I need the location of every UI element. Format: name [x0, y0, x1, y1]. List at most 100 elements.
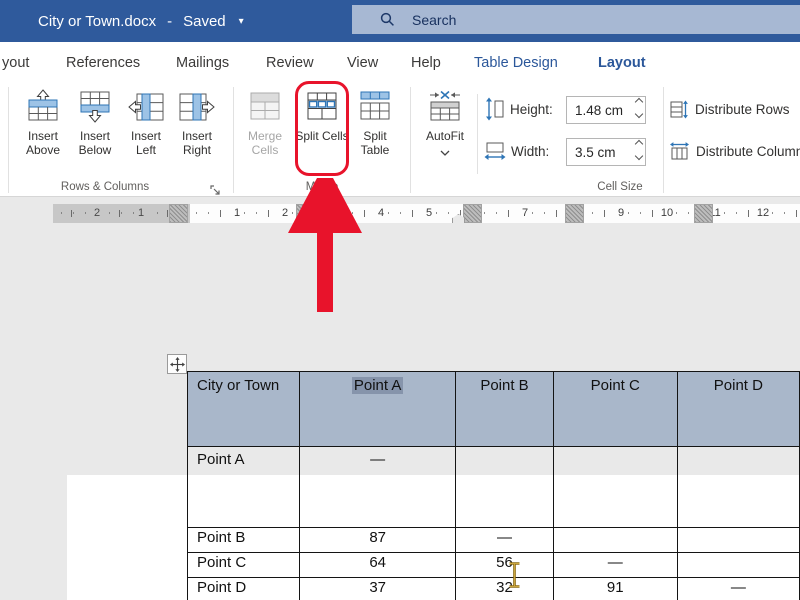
table-cell[interactable]: Point C [188, 553, 300, 578]
table-header-row[interactable]: City or Town Point A Point B Point C Poi… [188, 372, 800, 447]
table-cell[interactable]: — [456, 528, 553, 553]
distribute-columns-label: Distribute Columns [696, 144, 800, 159]
table-cell[interactable] [677, 553, 799, 578]
ruler-number: 1 [134, 206, 148, 221]
ruler-number: 12 [756, 206, 770, 221]
width-input[interactable]: 3.5 cm [566, 138, 646, 166]
table-cell[interactable]: 37 [300, 578, 456, 600]
tab-table-design[interactable]: Table Design [474, 42, 558, 84]
table-cell[interactable]: 91 [553, 578, 677, 600]
table-cell[interactable]: Point D [677, 372, 799, 447]
autofit-button[interactable]: AutoFit [418, 89, 472, 159]
save-status-caret-icon[interactable]: ▾ [239, 16, 244, 27]
search-icon [380, 12, 395, 27]
table-column-marker[interactable] [565, 204, 584, 223]
table-cell[interactable]: 87 [300, 528, 456, 553]
split-cells-button[interactable]: Split Cells [295, 89, 349, 143]
table-cell[interactable]: Point B [456, 372, 553, 447]
table-cell[interactable]: Point A [188, 447, 300, 528]
tab-help[interactable]: Help [411, 42, 441, 84]
table-cell[interactable]: 56 [456, 553, 553, 578]
tab-review[interactable]: Review [266, 42, 314, 84]
split-table-icon [357, 89, 393, 123]
chevron-down-icon [440, 150, 450, 156]
width-increment-icon[interactable] [635, 140, 643, 148]
table-row[interactable]: Point B 87 — [188, 528, 800, 553]
table-cell[interactable]: Point A [300, 372, 456, 447]
height-input[interactable]: 1.48 cm [566, 96, 646, 124]
height-row: Height: [484, 97, 553, 121]
table-cell[interactable] [677, 528, 799, 553]
ruler-number: 4 [374, 206, 388, 221]
table-column-marker[interactable] [169, 204, 188, 223]
table-row[interactable]: Point A — [188, 447, 800, 528]
row-height-icon [484, 97, 505, 121]
distribute-columns-button[interactable]: Distribute Columns [670, 142, 800, 160]
insert-left-button[interactable]: Insert Left [121, 89, 171, 157]
table-cell[interactable] [553, 447, 677, 528]
table-column-marker[interactable] [694, 204, 713, 223]
dialog-launcher-icon [210, 185, 221, 196]
word-window: City or Town.docx - Saved ▾ Search yout … [0, 0, 800, 600]
title-bar: City or Town.docx - Saved ▾ Search [0, 0, 800, 42]
tab-references[interactable]: References [66, 42, 140, 84]
insert-below-icon [77, 89, 113, 123]
table-cell[interactable]: 32 [456, 578, 553, 600]
tab-table-layout[interactable]: Layout [598, 42, 646, 84]
ribbon: Insert Above Insert Below Insert Left [0, 84, 800, 197]
insert-left-label: Insert Left [121, 129, 171, 157]
split-cells-label: Split Cells [295, 129, 349, 143]
selected-text[interactable]: Point A [352, 377, 404, 394]
document-title-group[interactable]: City or Town.docx - Saved ▾ [38, 0, 244, 42]
table-cell[interactable]: Point D [188, 578, 300, 600]
insert-right-button[interactable]: Insert Right [171, 89, 223, 157]
table-row[interactable]: Point C 64 56 — [188, 553, 800, 578]
table-cell[interactable]: — [300, 447, 456, 528]
width-row: Width: [484, 140, 549, 162]
insert-right-icon [179, 89, 215, 123]
insert-below-button[interactable]: Insert Below [69, 89, 121, 157]
tab-layout-partial[interactable]: yout [2, 42, 29, 84]
table-cell[interactable]: — [677, 578, 799, 600]
group-separator [8, 87, 9, 193]
insert-above-label: Insert Above [17, 129, 69, 157]
distribute-rows-label: Distribute Rows [695, 102, 790, 117]
merge-cells-label: Merge Cells [236, 129, 294, 157]
tab-mailings[interactable]: Mailings [176, 42, 229, 84]
rows-columns-group-label: Rows & Columns [30, 181, 180, 193]
height-value: 1.48 cm [575, 103, 623, 118]
table-column-marker[interactable] [463, 204, 482, 223]
table-row[interactable]: Point D 37 32 91 — [188, 578, 800, 600]
table-cell[interactable]: City or Town [188, 372, 300, 447]
search-input[interactable]: Search [352, 5, 800, 34]
height-increment-icon[interactable] [635, 98, 643, 106]
column-width-icon [484, 140, 506, 162]
width-label: Width: [511, 144, 549, 159]
distribute-rows-button[interactable]: Distribute Rows [670, 100, 790, 119]
table-cell[interactable]: — [553, 553, 677, 578]
table-cell[interactable]: Point C [553, 372, 677, 447]
table-cell[interactable]: Point B [188, 528, 300, 553]
tab-view[interactable]: View [347, 42, 378, 84]
table-column-marker[interactable] [296, 204, 315, 223]
split-table-label: Split Table [349, 129, 401, 157]
split-cells-icon [304, 89, 340, 123]
table-cell[interactable] [456, 447, 553, 528]
table-cell[interactable] [553, 528, 677, 553]
rows-columns-dialog-launcher[interactable] [210, 183, 221, 201]
insert-above-icon [25, 89, 61, 123]
height-decrement-icon[interactable] [635, 110, 643, 118]
split-table-button[interactable]: Split Table [349, 89, 401, 157]
autofit-label: AutoFit [418, 129, 472, 143]
group-separator [477, 94, 478, 174]
ruler-number: 10 [660, 206, 674, 221]
insert-above-button[interactable]: Insert Above [17, 89, 69, 157]
distance-table[interactable]: City or Town Point A Point B Point C Poi… [187, 371, 800, 600]
table-cell[interactable]: 64 [300, 553, 456, 578]
table-move-handle[interactable] [167, 354, 187, 374]
group-separator [663, 87, 664, 193]
table-cell[interactable] [677, 447, 799, 528]
width-decrement-icon[interactable] [635, 152, 643, 160]
ruler-number: 3 [326, 206, 340, 221]
group-separator [233, 87, 234, 193]
